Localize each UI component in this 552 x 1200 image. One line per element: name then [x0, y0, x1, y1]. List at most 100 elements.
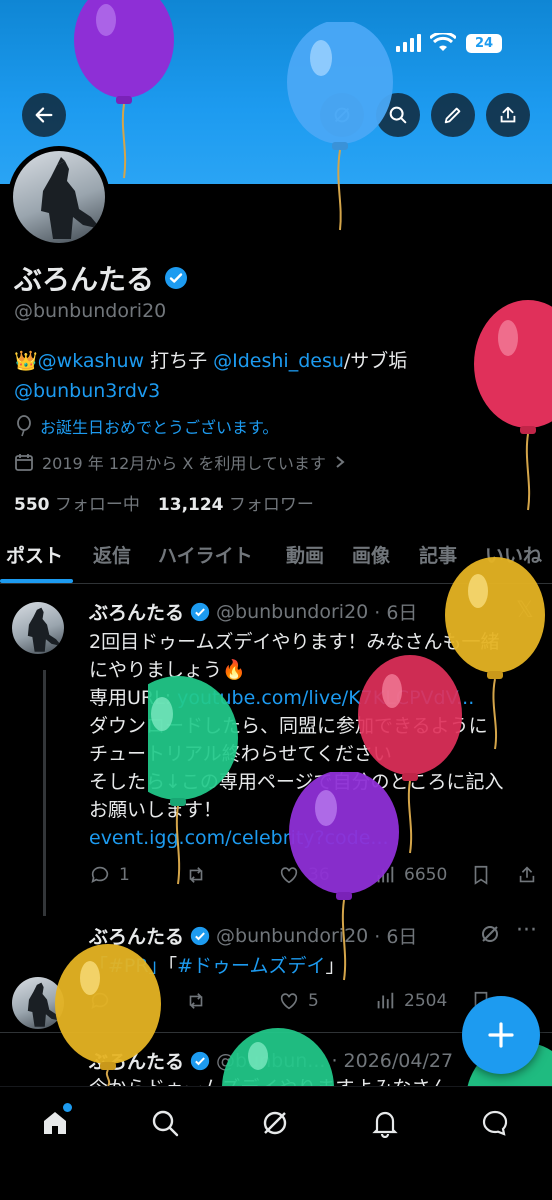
bio-text: 打ち子: [144, 350, 214, 372]
views-button[interactable]: 2504: [374, 990, 447, 1012]
nav-messages[interactable]: [477, 1105, 513, 1141]
repost-button[interactable]: [185, 990, 207, 1012]
event-link[interactable]: event.igg.com/celebrity?code...: [89, 824, 544, 852]
following-label: フォロー中: [54, 495, 140, 515]
edit-button[interactable]: [431, 93, 475, 137]
share-post-button[interactable]: [516, 864, 538, 886]
grok-icon: [482, 926, 498, 942]
verified-badge-icon: [190, 1051, 210, 1070]
tab-articles[interactable]: 記事: [419, 541, 457, 568]
reply-button[interactable]: 1: [89, 864, 130, 886]
post-author-name[interactable]: ぶろんたる: [89, 1047, 184, 1074]
hashtag-pr[interactable]: 「#PR」: [89, 955, 168, 977]
more-options-icon[interactable]: ···: [516, 918, 537, 943]
search-icon: [389, 106, 407, 124]
followers-link[interactable]: 13,124 フォロワー: [158, 490, 314, 515]
bio-mention-bunbun3rdv3[interactable]: @bunbun3rdv3: [14, 380, 160, 402]
wifi-icon: [428, 31, 458, 57]
reply-icon: [91, 866, 109, 883]
status-time: 0:04: [76, 30, 131, 55]
heart-icon: [280, 867, 298, 884]
tab-posts[interactable]: ポスト: [6, 541, 63, 568]
reply-button[interactable]: [89, 990, 111, 1012]
post-line: にやりましょう🔥: [89, 659, 246, 681]
tab-videos[interactable]: 動画: [286, 541, 324, 568]
post-line: 2回目ドゥームズデイやります！みなさんも一緒: [89, 631, 500, 653]
calendar-icon: [15, 454, 33, 471]
pencil-icon: [444, 107, 461, 124]
bio-mention-wkashuw[interactable]: @wkashuw: [38, 350, 144, 372]
nav-home[interactable]: [37, 1103, 73, 1141]
post-time: · 6日: [374, 602, 418, 624]
post-author-name[interactable]: ぶろんたる: [89, 598, 184, 625]
search-button[interactable]: [376, 93, 420, 137]
post-avatar[interactable]: [12, 602, 64, 654]
like-count: 36: [308, 865, 330, 885]
like-button[interactable]: 36: [278, 864, 330, 886]
tab-replies[interactable]: 返信: [93, 541, 131, 568]
nav-search[interactable]: [147, 1105, 183, 1141]
analytics-icon: [377, 992, 394, 1009]
share-icon: [500, 106, 516, 123]
post-time: · 2026/04/27: [331, 1049, 454, 1072]
signal-icon: [396, 34, 422, 56]
search-icon: [152, 1110, 179, 1137]
nav-grok[interactable]: [257, 1105, 293, 1141]
like-count: 5: [308, 991, 319, 1011]
grok-button[interactable]: [320, 93, 364, 137]
bracket-open: 「: [167, 955, 178, 977]
following-link[interactable]: 550 フォロー中: [14, 490, 140, 515]
post-author-handle: @bunbun...: [216, 1049, 326, 1072]
heart-icon: [280, 993, 298, 1010]
back-button[interactable]: [22, 93, 66, 137]
post-body[interactable]: 2回目ドゥームズデイやります！みなさんも一緒 にやりましょう🔥 専用URL: y…: [89, 628, 544, 852]
x-logo-icon: 𝕏: [516, 598, 534, 623]
arrow-left-icon: [35, 107, 53, 123]
bio-text-sub: /サブ垢: [343, 350, 408, 372]
view-count: 6650: [404, 865, 448, 885]
avatar: [13, 151, 105, 243]
share-button[interactable]: [486, 93, 530, 137]
tabs-divider: [0, 583, 552, 584]
tab-images[interactable]: 画像: [352, 541, 390, 568]
reply-icon: [91, 992, 109, 1009]
bookmark-button[interactable]: [470, 864, 492, 886]
plus-icon: [488, 1022, 514, 1048]
post-author-name[interactable]: ぶろんたる: [89, 922, 184, 949]
chat-bubble-icon: [482, 1110, 508, 1136]
chevron-right-icon[interactable]: [334, 455, 346, 469]
bell-icon: [372, 1111, 398, 1138]
analytics-icon: [377, 866, 394, 883]
youtube-link[interactable]: youtube.com/live/K7KLCPVdV...: [177, 687, 474, 709]
repost-button[interactable]: [185, 864, 207, 886]
post-author-handle: @bunbundori20: [216, 600, 369, 623]
share-icon: [519, 866, 535, 883]
notification-dot: [63, 1103, 72, 1112]
nav-notifications[interactable]: [367, 1105, 403, 1141]
bottom-navigation: [0, 1086, 552, 1200]
post-body[interactable]: 「#PR」「#ドゥームズデイ」: [89, 952, 344, 980]
compose-post-button[interactable]: [462, 996, 540, 1074]
tab-highlights[interactable]: ハイライト: [158, 541, 253, 568]
bio-mention-ideshi[interactable]: @Ideshi_desu: [213, 350, 344, 372]
post-line: そしたら↓この専用ページで自分のところに記入: [89, 771, 504, 793]
hashtag-doomsday[interactable]: #ドゥームズデイ: [177, 955, 325, 977]
grok-icon: [334, 107, 350, 123]
home-icon: [44, 1112, 66, 1134]
post-line: チュートリアル終わらせてください: [89, 743, 392, 765]
bracket-close: 」: [325, 955, 345, 977]
reply-count: 1: [119, 865, 130, 885]
post-time: · 6日: [374, 926, 418, 948]
birthday-message[interactable]: お誕生日おめでとうございます。: [40, 414, 278, 438]
profile-avatar[interactable]: [8, 146, 110, 248]
tab-likes[interactable]: いいね: [485, 541, 542, 568]
view-count: 2504: [404, 991, 448, 1011]
views-button[interactable]: 6650: [374, 864, 447, 886]
followers-label: フォロワー: [228, 495, 314, 515]
post-line: 専用URL:: [89, 687, 178, 709]
like-button[interactable]: 5: [278, 990, 319, 1012]
profile-name: ぶろんたる: [14, 263, 155, 296]
post-avatar[interactable]: [12, 977, 64, 1029]
verified-badge-icon: [190, 926, 210, 945]
grok-post-button[interactable]: [478, 922, 502, 950]
